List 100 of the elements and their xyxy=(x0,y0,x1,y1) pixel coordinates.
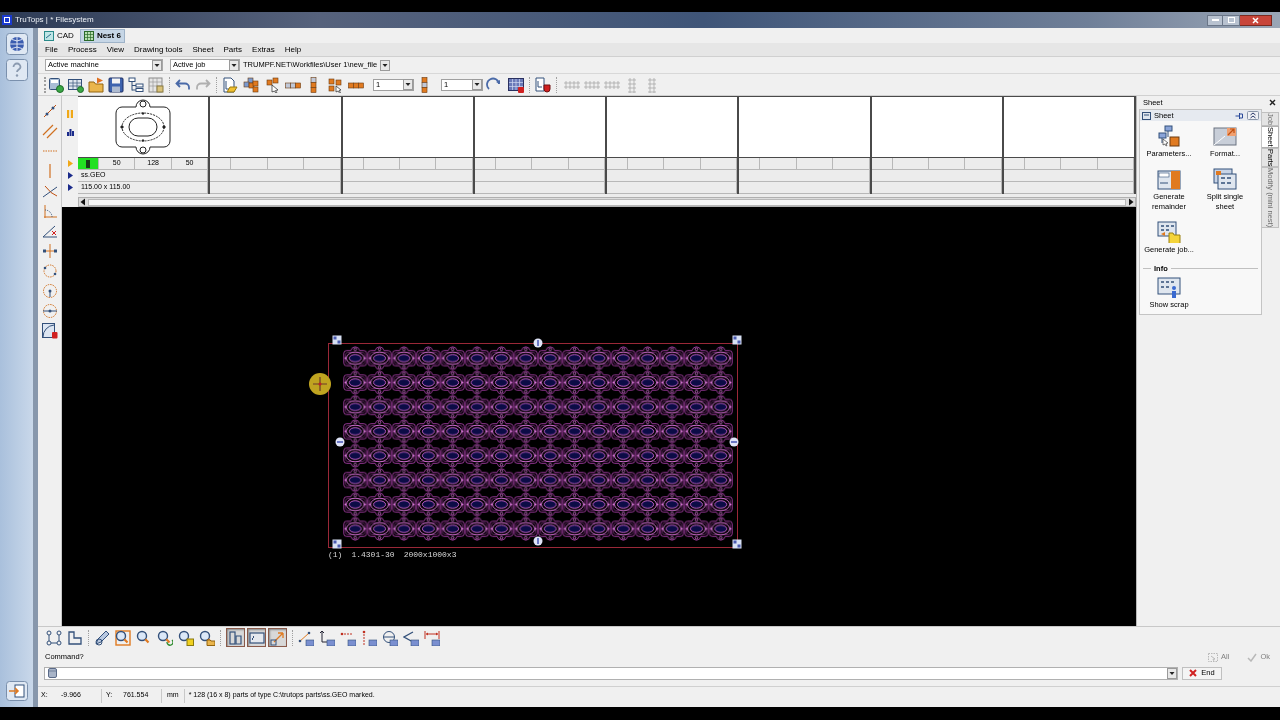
restore-icon xyxy=(1227,17,1235,23)
zoom-frame-icon[interactable] xyxy=(115,629,131,646)
minimize-icon xyxy=(1211,19,1219,21)
document-part-icon[interactable] xyxy=(222,76,238,93)
dotted-circle-icon[interactable] xyxy=(41,263,58,279)
tab[interactable]: CAD xyxy=(40,29,78,43)
menu-item[interactable]: Drawing tools xyxy=(129,43,188,56)
view-toggle-button[interactable] xyxy=(226,628,245,647)
zoom-folder-icon[interactable] xyxy=(199,629,215,646)
zoom-icon[interactable] xyxy=(136,629,152,646)
caret-icon[interactable] xyxy=(152,59,162,71)
tab[interactable]: Nest 6 xyxy=(79,29,125,43)
menu-item[interactable]: Sheet xyxy=(187,43,219,56)
grid-icon xyxy=(83,31,94,41)
sheet-format-icon xyxy=(1213,125,1237,147)
select-all-icon xyxy=(1208,652,1219,662)
resize-handle-icon[interactable] xyxy=(732,539,742,549)
bar-marker-icon xyxy=(86,159,90,168)
parts-tree-icon xyxy=(1157,125,1181,147)
grid-badge-icon[interactable] xyxy=(508,76,524,93)
view-toggle-button[interactable] xyxy=(247,628,266,647)
menu-item[interactable]: Parts xyxy=(218,43,248,56)
undo-icon[interactable] xyxy=(175,76,191,93)
parts-cursor-icon[interactable] xyxy=(264,76,280,93)
sheet-label: (1) xyxy=(328,549,343,561)
dimension-vertical-icon[interactable] xyxy=(361,629,377,646)
sheet-label: 2000x1000x3 xyxy=(403,549,457,561)
part-outline-icon[interactable] xyxy=(67,629,83,646)
line-points-icon[interactable] xyxy=(41,103,58,119)
angle-icon[interactable] xyxy=(41,203,58,219)
help-icon[interactable] xyxy=(5,59,28,81)
zoom-back-icon[interactable] xyxy=(157,629,173,646)
sheet-label: 1.4301-30 xyxy=(351,549,395,561)
command-input[interactable] xyxy=(44,666,1178,680)
menu-item[interactable]: Help xyxy=(279,43,307,56)
view-toggle-button[interactable] xyxy=(268,628,287,647)
sheet-remainder-icon xyxy=(1157,168,1181,190)
zoom-save-icon[interactable] xyxy=(178,629,194,646)
tree-icon[interactable] xyxy=(128,76,144,93)
resize-handle-icon[interactable] xyxy=(732,335,742,345)
globe-icon[interactable] xyxy=(5,33,28,55)
split-sheet-icon xyxy=(1213,168,1237,190)
node-graph-icon[interactable] xyxy=(46,629,62,646)
dimension-width-icon[interactable] xyxy=(424,629,440,646)
round-handle-icon[interactable] xyxy=(533,338,543,348)
empty-part-slot[interactable] xyxy=(1003,97,1136,194)
dimension-circle-icon[interactable] xyxy=(382,629,398,646)
caret-icon[interactable] xyxy=(229,59,239,71)
origin-marker-icon[interactable] xyxy=(309,373,331,395)
pencil-select-icon[interactable] xyxy=(94,629,110,646)
resize-handle-icon[interactable] xyxy=(332,539,342,549)
empty-part-slot[interactable] xyxy=(210,97,343,194)
protractor-badge-icon[interactable] xyxy=(41,323,58,339)
minimize-button[interactable] xyxy=(1207,14,1223,26)
rotate-arrow-icon[interactable] xyxy=(486,76,502,93)
parallel-lines-icon[interactable] xyxy=(41,123,58,139)
dimension-angle-icon[interactable] xyxy=(403,629,419,646)
check-icon xyxy=(1247,652,1258,662)
menu-item[interactable]: File xyxy=(40,43,63,56)
empty-part-slot[interactable] xyxy=(871,97,1004,194)
bar-chart-icon[interactable] xyxy=(66,128,74,136)
empty-part-slot[interactable] xyxy=(607,97,740,194)
round-handle-icon[interactable] xyxy=(729,437,739,447)
save-icon[interactable] xyxy=(108,76,124,93)
parts-stack-icon[interactable] xyxy=(243,76,259,93)
collapse-icon[interactable] xyxy=(1247,111,1259,120)
empty-part-slot[interactable] xyxy=(739,97,872,194)
sheet-view-icon xyxy=(248,629,265,646)
dimension-line-icon[interactable] xyxy=(298,629,314,646)
window-title: TruTops | * Filesystem xyxy=(15,14,94,26)
round-handle-icon[interactable] xyxy=(335,437,345,447)
dimension-axis-icon[interactable] xyxy=(319,629,335,646)
parts-cursor-icon[interactable] xyxy=(327,76,343,93)
sheet-folder-icon xyxy=(1157,221,1181,243)
caret-icon[interactable] xyxy=(403,79,413,90)
export-icon[interactable] xyxy=(5,681,28,701)
resize-handle-icon[interactable] xyxy=(332,335,342,345)
menu-item[interactable]: Extras xyxy=(247,43,280,56)
crosshair-points-icon[interactable] xyxy=(41,243,58,259)
tangent-arc-icon[interactable] xyxy=(41,183,58,199)
empty-part-slot[interactable] xyxy=(342,97,475,194)
menu-item[interactable]: Process xyxy=(62,43,102,56)
close-icon[interactable] xyxy=(1269,99,1276,106)
round-handle-icon[interactable] xyxy=(533,536,543,546)
menu-item[interactable]: View xyxy=(101,43,129,56)
pin-icon[interactable] xyxy=(1235,111,1244,120)
panel-dot-icon[interactable] xyxy=(48,76,64,93)
arrow-view-icon xyxy=(269,629,286,646)
cylinder-icon xyxy=(48,668,57,678)
caret-icon[interactable] xyxy=(472,79,482,90)
close-icon xyxy=(1189,669,1198,677)
close-button[interactable] xyxy=(1240,14,1272,26)
empty-part-slot[interactable] xyxy=(474,97,607,194)
square-line-icon xyxy=(44,31,54,41)
document-shield-icon[interactable] xyxy=(535,76,551,93)
horizontal-scrollbar[interactable] xyxy=(78,197,1136,207)
angle-delete-icon[interactable] xyxy=(41,223,58,239)
caret-icon[interactable] xyxy=(380,59,391,71)
maximize-button[interactable] xyxy=(1223,14,1240,26)
caret-icon[interactable] xyxy=(1167,667,1177,679)
